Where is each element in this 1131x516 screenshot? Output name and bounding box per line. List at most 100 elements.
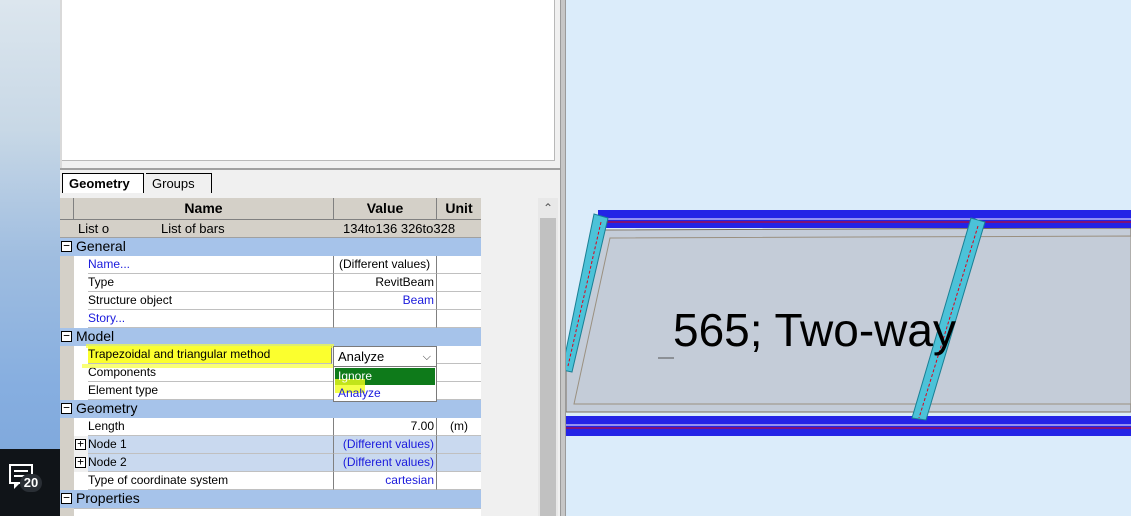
row-gutter bbox=[60, 382, 74, 400]
row-unit-node2 bbox=[437, 454, 481, 472]
row-unit-element-type bbox=[437, 382, 481, 400]
slab-label: 565; Two-way bbox=[673, 304, 956, 356]
dropdown-option-ignore[interactable]: Ignore bbox=[335, 368, 435, 385]
expand-icon[interactable]: + bbox=[75, 456, 86, 468]
row-label-node2: Node 2 bbox=[88, 454, 334, 472]
table-row bbox=[60, 508, 481, 516]
table-row[interactable]: Type RevitBeam bbox=[60, 274, 481, 292]
row-value-structure-object[interactable]: Beam bbox=[334, 292, 437, 310]
list-row-col2: List of bars bbox=[144, 220, 334, 238]
row-label-name[interactable]: Name... bbox=[88, 256, 334, 274]
row-gutter bbox=[60, 346, 74, 364]
tab-geometry[interactable]: Geometry bbox=[62, 173, 144, 193]
desktop-background bbox=[0, 0, 60, 516]
tab-bar: Geometry Groups bbox=[60, 171, 560, 195]
tab-groups[interactable]: Groups bbox=[146, 173, 212, 193]
row-label-length: Length bbox=[88, 418, 334, 436]
header-name[interactable]: Name bbox=[74, 198, 334, 220]
model-viewport[interactable] bbox=[566, 0, 1131, 516]
row-gutter bbox=[60, 436, 74, 454]
table-row[interactable]: Type of coordinate system cartesian bbox=[60, 472, 481, 490]
method-select[interactable]: Analyze ⌵ bbox=[333, 346, 437, 367]
row-indent bbox=[74, 472, 88, 490]
chevron-down-icon[interactable]: ⌵ bbox=[423, 347, 431, 367]
section-label: Properties bbox=[76, 490, 481, 508]
row-gutter bbox=[60, 472, 74, 490]
collapse-icon[interactable]: − bbox=[61, 240, 72, 252]
highlight-stroke bbox=[86, 344, 334, 348]
row-label-story[interactable]: Story... bbox=[88, 310, 334, 328]
grid-header: Name Value Unit bbox=[60, 198, 481, 220]
header-unit[interactable]: Unit bbox=[437, 198, 481, 220]
row-indent bbox=[74, 274, 88, 292]
row-label-element-type: Element type bbox=[88, 382, 334, 400]
preview-area bbox=[62, 0, 555, 161]
list-row-value: 134to136 326to328 bbox=[334, 220, 481, 238]
beam-bottom bbox=[566, 416, 1131, 436]
table-row[interactable]: Length 7.00 (m) bbox=[60, 418, 481, 436]
section-label: Geometry bbox=[76, 400, 481, 418]
list-row: List o List of bars 134to136 326to328 bbox=[60, 220, 481, 238]
row-value-story[interactable] bbox=[334, 310, 437, 328]
row-unit-components bbox=[437, 364, 481, 382]
row-unit-story bbox=[437, 310, 481, 328]
table-row[interactable]: Story... bbox=[60, 310, 481, 328]
notification-count-badge: 20 bbox=[20, 474, 42, 492]
dropdown-option-label: Analyze bbox=[338, 386, 381, 400]
highlight-stroke bbox=[82, 364, 334, 368]
row-indent bbox=[74, 292, 88, 310]
row-label-node1: Node 1 bbox=[88, 436, 334, 454]
row-unit-name bbox=[437, 256, 481, 274]
dropdown-option-label: Ignore bbox=[338, 369, 373, 383]
collapse-icon[interactable]: − bbox=[61, 492, 72, 504]
row-value-length[interactable]: 7.00 bbox=[334, 418, 437, 436]
row-indent bbox=[74, 346, 88, 364]
row-value-name[interactable]: (Different values) bbox=[334, 256, 437, 274]
header-gutter bbox=[60, 198, 74, 220]
row-gutter bbox=[60, 364, 74, 382]
row-unit-length: (m) bbox=[437, 418, 481, 436]
section-label: General bbox=[76, 238, 481, 256]
structure-drawing bbox=[566, 210, 1131, 436]
row-gutter bbox=[60, 292, 74, 310]
section-general[interactable]: − General bbox=[60, 238, 481, 256]
scroll-thumb[interactable] bbox=[540, 218, 556, 516]
row-value-node2[interactable]: (Different values) bbox=[334, 454, 437, 472]
row-label-coord-system: Type of coordinate system bbox=[88, 472, 334, 490]
row-partial bbox=[74, 508, 481, 516]
row-indent bbox=[74, 256, 88, 274]
row-indent bbox=[74, 310, 88, 328]
row-unit-structure-object bbox=[437, 292, 481, 310]
dropdown-option-analyze[interactable]: Analyze bbox=[335, 385, 435, 401]
row-label-trapezoidal-method: Trapezoidal and triangular method bbox=[88, 346, 332, 364]
row-gutter bbox=[60, 418, 74, 436]
row-gutter bbox=[60, 274, 74, 292]
chevron-up-icon[interactable]: ⌃ bbox=[538, 198, 558, 218]
table-row[interactable]: Name... (Different values) bbox=[60, 256, 481, 274]
header-value[interactable]: Value bbox=[334, 198, 437, 220]
list-row-col1: List o bbox=[60, 220, 144, 238]
section-geometry[interactable]: − Geometry bbox=[60, 400, 481, 418]
row-indent bbox=[74, 418, 88, 436]
row-unit-node1 bbox=[437, 436, 481, 454]
row-unit-type bbox=[437, 274, 481, 292]
row-unit-coord-system bbox=[437, 472, 481, 490]
method-dropdown-list: Ignore Analyze bbox=[333, 366, 437, 402]
row-gutter bbox=[60, 256, 74, 274]
expand-icon[interactable]: + bbox=[75, 438, 86, 450]
grid-scrollbar[interactable]: ⌃ bbox=[538, 198, 558, 516]
table-row[interactable]: + Node 2 (Different values) bbox=[60, 454, 481, 472]
row-gutter bbox=[60, 508, 74, 516]
row-indent bbox=[74, 382, 88, 400]
row-gutter bbox=[60, 454, 74, 472]
row-value-type[interactable]: RevitBeam bbox=[334, 274, 437, 292]
row-value-coord-system[interactable]: cartesian bbox=[334, 472, 437, 490]
row-gutter bbox=[60, 310, 74, 328]
table-row[interactable]: + Node 1 (Different values) bbox=[60, 436, 481, 454]
method-select-value: Analyze bbox=[338, 349, 385, 364]
collapse-icon[interactable]: − bbox=[61, 330, 72, 342]
section-properties[interactable]: − Properties bbox=[60, 490, 481, 508]
row-value-node1[interactable]: (Different values) bbox=[334, 436, 437, 454]
table-row[interactable]: Structure object Beam bbox=[60, 292, 481, 310]
collapse-icon[interactable]: − bbox=[61, 402, 72, 414]
